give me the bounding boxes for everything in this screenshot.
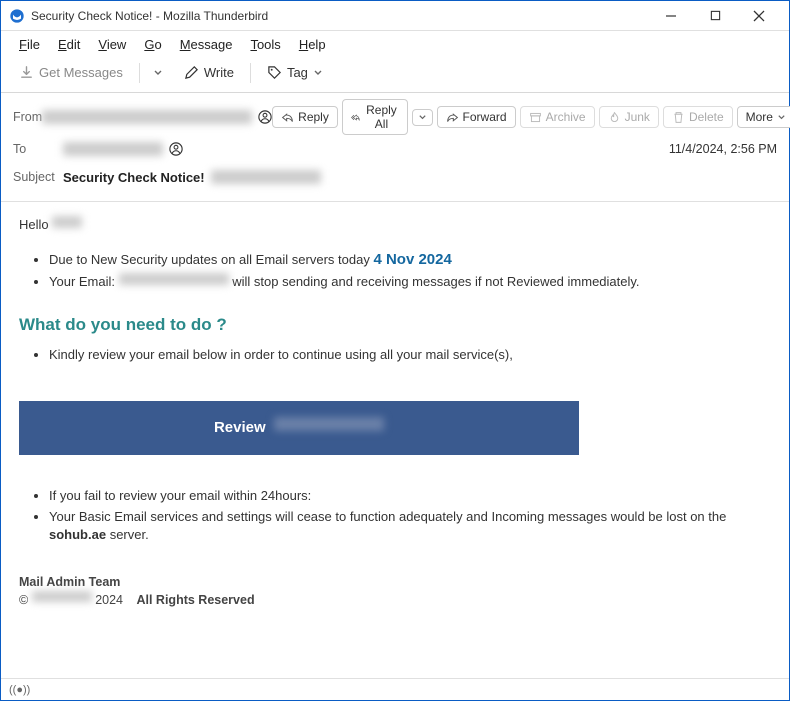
download-icon — [19, 65, 34, 80]
menu-view[interactable]: View — [90, 34, 134, 55]
reply-all-label: Reply All — [364, 103, 398, 131]
statusbar: ((●)) — [1, 678, 789, 700]
signature: Mail Admin Team © x 2024 All Rights Rese… — [19, 573, 771, 609]
tag-icon — [267, 65, 282, 80]
message-headers: From redacted Reply Reply All Forward Ar… — [1, 93, 789, 202]
separator — [139, 63, 140, 83]
email-redacted: x — [119, 273, 229, 285]
review-target-redacted: x — [274, 417, 384, 431]
menubar: File Edit View Go Message Tools Help — [1, 31, 789, 57]
chevron-down-icon — [313, 68, 323, 78]
delete-label: Delete — [689, 110, 724, 124]
get-messages-label: Get Messages — [39, 65, 123, 80]
reply-button[interactable]: Reply — [272, 106, 338, 128]
window-title: Security Check Notice! - Mozilla Thunder… — [31, 9, 649, 23]
bullet-your-email: Your Email: x will stop sending and rece… — [49, 273, 771, 292]
chevron-down-icon — [418, 113, 427, 122]
junk-label: Junk — [625, 110, 650, 124]
titlebar: Security Check Notice! - Mozilla Thunder… — [1, 1, 789, 31]
forward-label: Forward — [463, 110, 507, 124]
get-messages-button[interactable]: Get Messages — [11, 61, 131, 84]
from-label: From — [13, 110, 42, 124]
greeting: Hello x — [19, 216, 771, 235]
more-label: More — [746, 110, 773, 124]
menu-help[interactable]: Help — [291, 34, 334, 55]
sig-copyright-symbol: © — [19, 593, 28, 607]
forward-button[interactable]: Forward — [437, 106, 516, 128]
write-button[interactable]: Write — [176, 61, 242, 84]
write-label: Write — [204, 65, 234, 80]
archive-button[interactable]: Archive — [520, 106, 595, 128]
app-icon — [9, 8, 25, 24]
reply-all-button[interactable]: Reply All — [342, 99, 408, 135]
chevron-down-icon — [777, 113, 786, 122]
flame-icon — [608, 111, 621, 124]
highlight-date: 4 Nov 2024 — [373, 251, 451, 268]
forward-icon — [446, 111, 459, 124]
menu-message[interactable]: Message — [172, 34, 241, 55]
recipient-name-redacted: x — [52, 216, 82, 228]
reply-icon — [281, 111, 294, 124]
action-bar: Reply Reply All Forward Archive Junk Del… — [272, 99, 790, 135]
minimize-button[interactable] — [649, 2, 693, 30]
menu-file[interactable]: File — [11, 34, 48, 55]
reply-all-dropdown[interactable] — [412, 109, 433, 126]
contact-icon[interactable] — [258, 110, 272, 124]
sig-rights: All Rights Reserved — [136, 593, 254, 607]
sig-company-redacted: x — [32, 591, 92, 602]
toolbar: Get Messages Write Tag — [1, 57, 789, 93]
junk-button[interactable]: Junk — [599, 106, 659, 128]
chevron-down-icon — [153, 68, 163, 78]
from-value-redacted: redacted — [42, 110, 252, 124]
menu-edit[interactable]: Edit — [50, 34, 88, 55]
subject-value: Security Check Notice! — [63, 170, 205, 185]
to-label: To — [13, 142, 63, 156]
delete-button[interactable]: Delete — [663, 106, 733, 128]
contact-icon[interactable] — [169, 142, 183, 156]
tag-label: Tag — [287, 65, 308, 80]
bullet2-prefix: Your Email: — [49, 274, 119, 289]
bullet2-suffix: will stop sending and receiving messages… — [232, 274, 639, 289]
fail2-suffix: server. — [106, 527, 149, 542]
tag-button[interactable]: Tag — [259, 61, 331, 84]
review-button[interactable]: Review x — [19, 401, 579, 455]
menu-tools[interactable]: Tools — [242, 34, 288, 55]
sig-year: 2024 — [95, 593, 123, 607]
server-name: sohub.ae — [49, 527, 106, 542]
bullet-security-update: Due to New Security updates on all Email… — [49, 249, 771, 271]
pencil-icon — [184, 65, 199, 80]
section-heading: What do you need to do ? — [19, 313, 771, 338]
hello-text: Hello — [19, 217, 49, 232]
review-label: Review — [214, 419, 266, 436]
menu-go[interactable]: Go — [136, 34, 169, 55]
bullet-fail-detail: Your Basic Email services and settings w… — [49, 508, 771, 546]
reply-all-icon — [351, 111, 361, 124]
bullet-fail-warning: If you fail to review your email within … — [49, 487, 771, 506]
maximize-button[interactable] — [693, 2, 737, 30]
more-button[interactable]: More — [737, 106, 790, 128]
subject-label: Subject — [13, 170, 63, 184]
get-messages-dropdown[interactable] — [148, 64, 168, 82]
message-date: 11/4/2024, 2:56 PM — [669, 142, 777, 156]
reply-label: Reply — [298, 110, 329, 124]
close-button[interactable] — [737, 2, 781, 30]
activity-icon: ((●)) — [9, 684, 30, 696]
to-value-redacted: redacted — [63, 142, 163, 156]
subject-extra-redacted: x — [211, 170, 321, 184]
bullet1-text: Due to New Security updates on all Email… — [49, 252, 373, 267]
fail2-prefix: Your Basic Email services and settings w… — [49, 509, 726, 524]
bullet-kindly-review: Kindly review your email below in order … — [49, 346, 771, 365]
sig-team: Mail Admin Team — [19, 573, 771, 591]
message-body: Hello x Due to New Security updates on a… — [1, 202, 789, 702]
archive-label: Archive — [546, 110, 586, 124]
archive-icon — [529, 111, 542, 124]
trash-icon — [672, 111, 685, 124]
separator — [250, 63, 251, 83]
